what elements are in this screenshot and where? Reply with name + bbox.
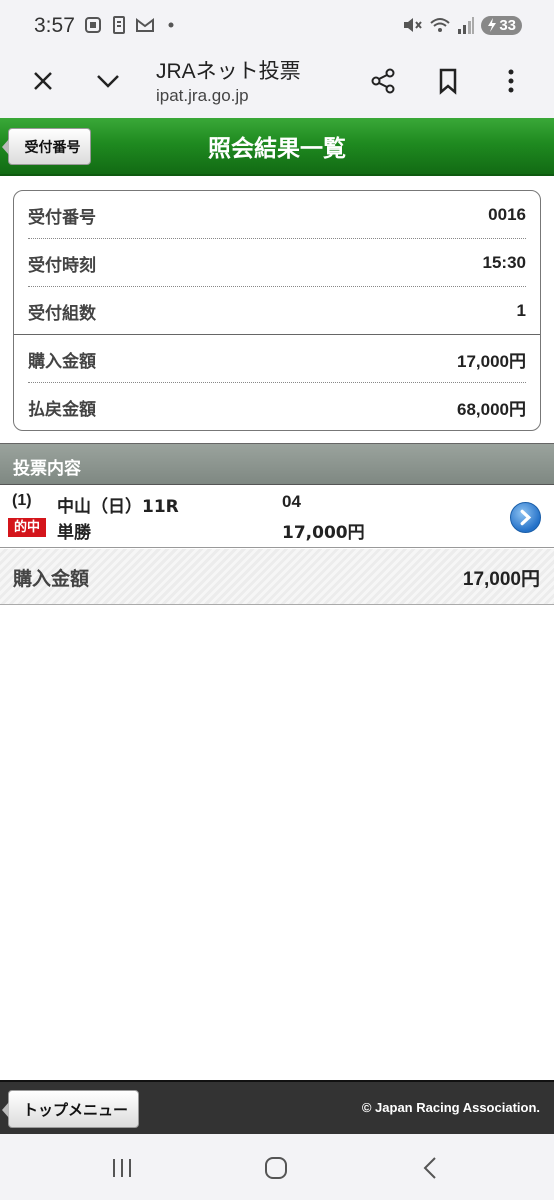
summary-row-reception-time: 受付時刻 15:30	[28, 239, 526, 287]
page-title: JRAネット投票	[156, 60, 301, 83]
top-menu-button[interactable]: トップメニュー	[2, 1090, 139, 1128]
signal-icon	[458, 17, 475, 34]
bet-race: 中山（日）11R	[57, 497, 179, 517]
bet-number: (1)	[12, 492, 32, 509]
summary-row-payout-amount: 払戻金額 68,000円	[28, 383, 526, 431]
copyright: © Japan Racing Association.	[361, 1100, 540, 1115]
page-url[interactable]: ipat.jra.go.jp	[156, 86, 249, 106]
summary-value: 17,000円	[457, 351, 526, 371]
footer: トップメニュー © Japan Racing Association.	[0, 1080, 554, 1134]
home-icon[interactable]	[261, 1154, 291, 1182]
bet-type: 単勝	[57, 523, 91, 543]
summary-label: 購入金額	[28, 351, 96, 372]
battery-charging-icon	[488, 18, 497, 32]
status-left-icons	[84, 16, 180, 34]
hit-badge: 的中	[8, 518, 46, 537]
recent-apps-icon[interactable]	[107, 1154, 137, 1182]
back-icon[interactable]	[416, 1154, 446, 1182]
screenshot-icon	[85, 17, 101, 33]
share-icon[interactable]	[368, 66, 398, 96]
battery-level: 33	[499, 16, 516, 34]
close-icon[interactable]	[28, 66, 58, 96]
mute-icon	[404, 18, 423, 32]
summary-label: 受付組数	[28, 303, 96, 324]
total-value: 17,000円	[462, 569, 540, 590]
summary-value: 68,000円	[457, 399, 526, 419]
system-nav-bar	[0, 1134, 554, 1200]
status-bar: 3:57 33	[0, 0, 554, 54]
summary-card: 受付番号 0016 受付時刻 15:30 受付組数 1 購入金額 17,000円…	[13, 190, 541, 431]
browser-bar: JRAネット投票 ipat.jra.go.jp	[0, 54, 554, 118]
summary-row-reception-number: 受付番号 0016	[28, 191, 526, 239]
more-vertical-icon[interactable]	[496, 66, 526, 96]
bet-amount: 17,000円	[282, 523, 365, 543]
total-label: 購入金額	[13, 568, 90, 590]
battery-indicator: 33	[481, 15, 522, 35]
page-header: 受付番号 照会結果一覧	[0, 118, 554, 176]
summary-value: 0016	[488, 205, 526, 224]
summary-row-set-count: 受付組数 1	[28, 287, 526, 335]
bet-horse-number: 04	[282, 492, 301, 511]
status-time: 3:57	[34, 14, 75, 37]
chevron-down-icon[interactable]	[93, 66, 123, 96]
wifi-icon	[430, 18, 450, 32]
sim-icon	[113, 16, 125, 34]
status-right-icons: 33	[401, 15, 522, 35]
bet-list-item[interactable]: (1) 中山（日）11R 04 的中 単勝 17,000円	[0, 486, 554, 548]
dot-icon	[168, 22, 174, 28]
summary-label: 払戻金額	[28, 399, 96, 420]
section-header: 投票内容	[0, 443, 554, 485]
total-row: 購入金額 17,000円	[0, 549, 554, 605]
gmail-icon	[136, 18, 154, 32]
summary-value: 1	[516, 301, 526, 320]
summary-row-purchase-amount: 購入金額 17,000円	[28, 335, 526, 383]
summary-value: 15:30	[482, 253, 526, 272]
summary-label: 受付番号	[28, 207, 96, 228]
summary-label: 受付時刻	[28, 255, 96, 276]
chevron-right-icon[interactable]	[510, 502, 541, 533]
bookmark-icon[interactable]	[433, 66, 463, 96]
section-title: 投票内容	[13, 459, 81, 479]
page-heading: 照会結果一覧	[208, 136, 346, 162]
